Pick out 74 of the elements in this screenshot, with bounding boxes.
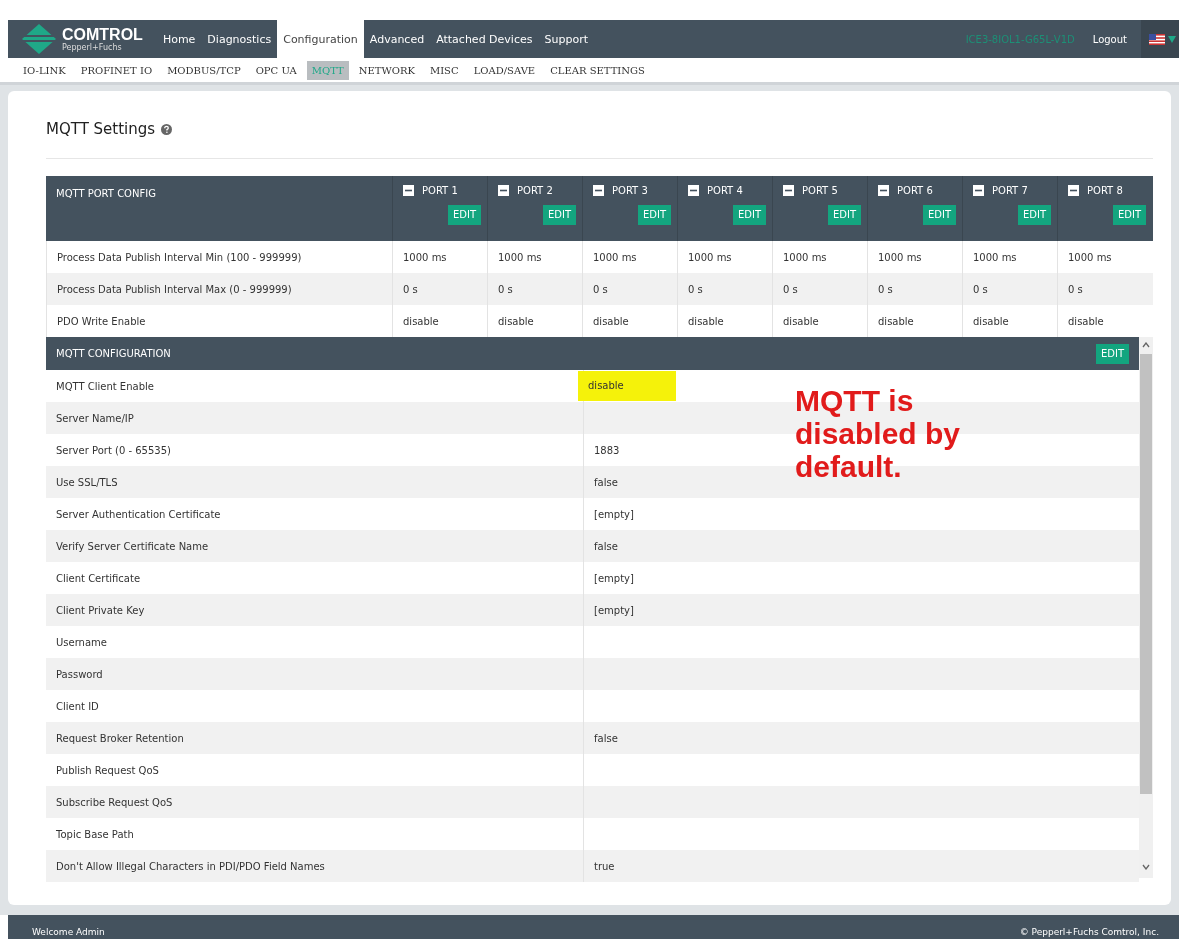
table-cell: Server Port (0 - 65535): [56, 444, 171, 456]
copyright-text: © Pepperl+Fuchs Comtrol, Inc.: [1019, 927, 1159, 937]
table-cell: Verify Server Certificate Name: [56, 540, 209, 552]
subnav-tab[interactable]: PROFINET IO: [75, 60, 158, 80]
port-header: PORT 3: [612, 185, 648, 196]
table-cell: [empty]: [594, 572, 634, 584]
collapse-icon[interactable]: [878, 185, 889, 196]
collapse-icon[interactable]: [403, 185, 414, 196]
diamond-logo-icon: [22, 24, 56, 54]
port-header: PORT 1: [422, 185, 458, 196]
port-header: PORT 2: [517, 185, 553, 196]
nav-tab[interactable]: Advanced: [363, 20, 431, 58]
table-cell: Client Private Key: [56, 604, 145, 616]
flag-icon: [1149, 33, 1165, 45]
collapse-icon[interactable]: [593, 185, 604, 196]
subnav-tab[interactable]: OPC UA: [250, 60, 302, 80]
port-header: PORT 8: [1087, 185, 1123, 196]
table-cell: Publish Request QoS: [56, 764, 159, 776]
nav-tab[interactable]: Support: [538, 20, 594, 58]
table-cell: Server Name/IP: [56, 412, 134, 424]
collapse-icon[interactable]: [973, 185, 984, 196]
table-cell: true: [594, 860, 615, 872]
nav-tab[interactable]: Configuration: [277, 20, 364, 58]
nav-tab[interactable]: Diagnostics: [201, 20, 278, 58]
table-cell: Password: [56, 668, 103, 680]
welcome-text: Welcome Admin: [32, 927, 105, 937]
subnav-tab[interactable]: MODBUS/TCP: [162, 60, 246, 80]
collapse-icon[interactable]: [1068, 185, 1079, 196]
scroll-thumb[interactable]: [1140, 354, 1152, 794]
subnav-tab[interactable]: LOAD/SAVE: [468, 60, 541, 80]
help-icon[interactable]: [161, 123, 173, 135]
port-header: PORT 7: [992, 185, 1028, 196]
brand-subtitle: Pepperl+Fuchs: [62, 43, 123, 52]
scrollbar[interactable]: [1139, 337, 1153, 878]
collapse-icon[interactable]: [688, 185, 699, 196]
table-cell: Server Authentication Certificate: [56, 508, 221, 520]
collapse-icon[interactable]: [498, 185, 509, 196]
subnav-tab[interactable]: MISC: [424, 60, 464, 80]
port-header: PORT 6: [897, 185, 933, 196]
table-cell: Username: [56, 636, 107, 648]
page-title: MQTT Settings: [46, 120, 156, 138]
scroll-up-icon[interactable]: [1142, 342, 1150, 348]
annotation-text: MQTT is disabled by default.: [795, 384, 962, 483]
table-cell: Request Broker Retention: [56, 732, 184, 744]
highlighted-cell: disable: [578, 371, 676, 401]
table-cell: Use SSL/TLS: [56, 476, 118, 488]
table-cell: Don't Allow Illegal Characters in PDI/PDO Field Names: [56, 860, 325, 872]
table-cell: 1883: [594, 444, 620, 456]
table-cell: false: [594, 540, 618, 552]
collapse-icon[interactable]: [783, 185, 794, 196]
table-cell: Subscribe Request QoS: [56, 796, 173, 808]
logout-link[interactable]: Logout: [1092, 20, 1141, 58]
table-cell: Topic Base Path: [56, 828, 134, 840]
table-cell: false: [594, 732, 618, 744]
table-cell: Client Certificate: [56, 572, 141, 584]
language-selector[interactable]: [1141, 20, 1179, 58]
brand-name: COMTROL: [62, 26, 143, 43]
nav-tab[interactable]: Home: [156, 20, 202, 58]
table-cell: [empty]: [594, 508, 634, 520]
device-name: ICE3-8IOL1-G65L-V1D: [965, 32, 1076, 47]
table-cell: MQTT Client Enable: [56, 380, 154, 392]
subnav-tab[interactable]: CLEAR SETTINGS: [545, 60, 650, 80]
table-cell: [empty]: [594, 604, 634, 616]
caret-icon: [1168, 35, 1176, 43]
table-cell: Client ID: [56, 700, 99, 712]
section-header: MQTT PORT CONFIG: [55, 187, 157, 201]
port-header: PORT 5: [802, 185, 838, 196]
port-header: PORT 4: [707, 185, 743, 196]
subnav-tab[interactable]: IO-LINK: [18, 60, 71, 80]
nav-tab[interactable]: Attached Devices: [430, 20, 539, 58]
scroll-down-icon[interactable]: [1142, 864, 1150, 870]
subnav-tab[interactable]: NETWORK: [353, 60, 420, 80]
section-header: MQTT CONFIGURATION: [56, 348, 171, 359]
table-cell: false: [594, 476, 618, 488]
